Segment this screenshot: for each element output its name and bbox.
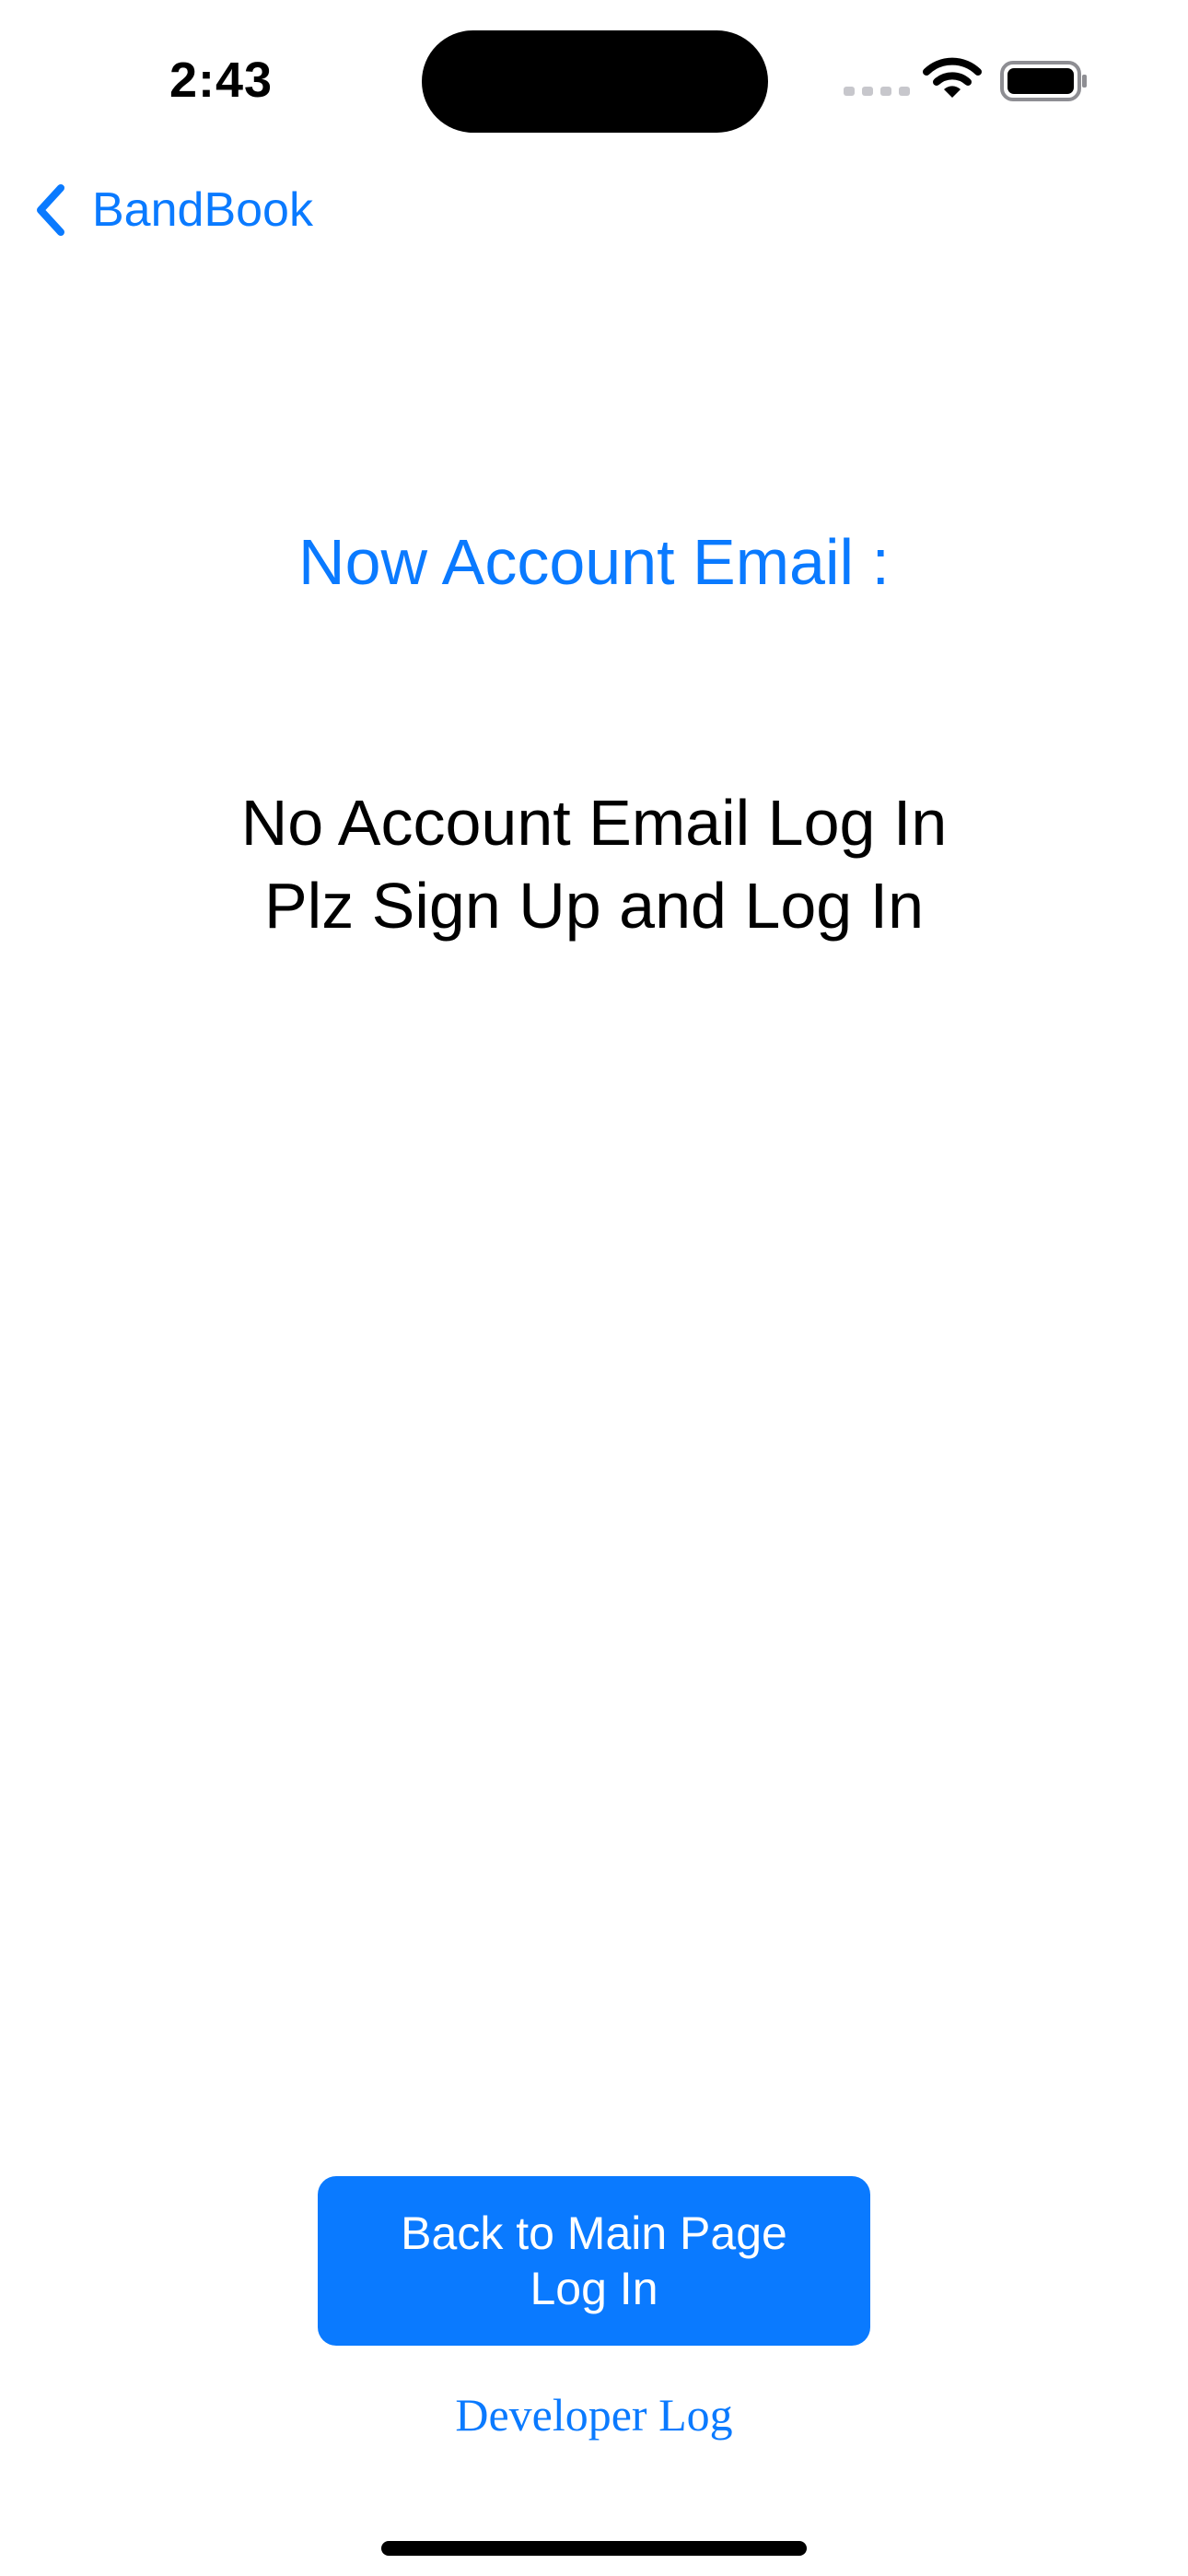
back-to-main-login-button[interactable]: Back to Main Page Log In xyxy=(318,2176,870,2346)
dynamic-island xyxy=(422,30,768,133)
wifi-icon xyxy=(923,57,982,98)
back-button[interactable]: BandBook xyxy=(33,181,313,240)
back-button-label: BandBook xyxy=(92,183,313,237)
account-message: No Account Email Log In Plz Sign Up and … xyxy=(0,781,1188,947)
main-button-line2: Log In xyxy=(530,2263,658,2314)
status-time: 2:43 xyxy=(169,53,274,108)
account-message-line2: Plz Sign Up and Log In xyxy=(263,870,925,942)
account-email-title: Now Account Email : xyxy=(298,526,890,598)
main-button-line1: Back to Main Page xyxy=(401,2207,787,2259)
battery-icon xyxy=(1000,61,1087,101)
home-indicator[interactable] xyxy=(381,2541,807,2556)
cellular-signal-icon xyxy=(844,87,910,96)
account-message-line1: No Account Email Log In xyxy=(240,787,948,859)
chevron-left-icon xyxy=(37,184,64,236)
developer-log-link[interactable]: Developer Log xyxy=(0,2388,1188,2441)
